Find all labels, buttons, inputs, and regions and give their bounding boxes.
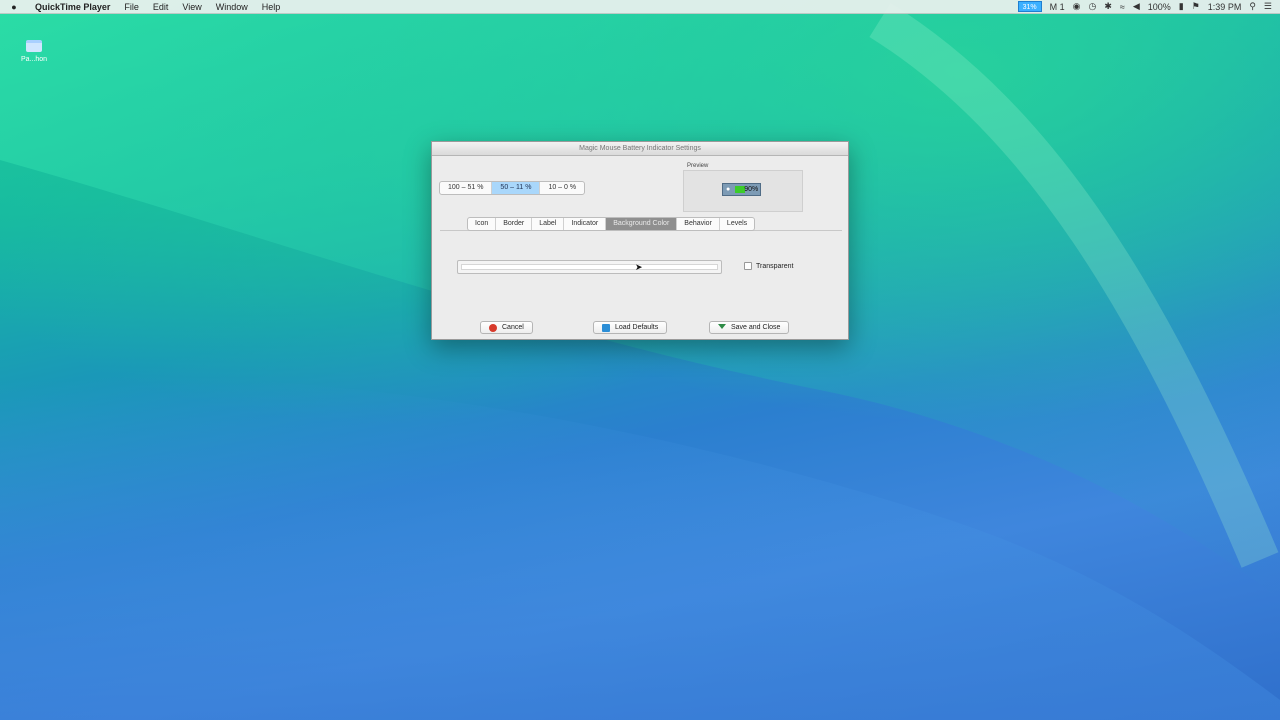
notification-center-icon[interactable]: ☰ (1264, 1, 1272, 12)
save-close-button[interactable]: Save and Close (709, 321, 790, 334)
segment-high[interactable]: 100 – 51 % (440, 182, 493, 194)
tab-icon[interactable]: Icon (468, 218, 497, 230)
cancel-label: Cancel (502, 324, 524, 331)
tab-behavior[interactable]: Behavior (677, 218, 720, 230)
mouse-battery-status[interactable]: 31% (1017, 1, 1042, 12)
menu-view[interactable]: View (175, 2, 208, 12)
menu-bar: ● QuickTime Player File Edit View Window… (0, 0, 1280, 14)
time-machine-icon[interactable]: ◷ (1088, 1, 1096, 12)
preview-label: Preview (687, 163, 709, 169)
tab-levels[interactable]: Levels (720, 218, 754, 230)
menu-help[interactable]: Help (255, 2, 288, 12)
mouse-icon: ● (726, 186, 731, 193)
level-segmented-control: 100 – 51 % 50 – 11 % 10 – 0 % (439, 181, 586, 195)
menu-edit[interactable]: Edit (146, 2, 176, 12)
battery-percent[interactable]: 100% (1148, 2, 1171, 12)
cancel-button[interactable]: Cancel (480, 321, 533, 334)
transparent-label: Transparent (756, 262, 794, 270)
load-defaults-button[interactable]: Load Defaults (593, 321, 668, 334)
tab-background-color[interactable]: Background Color (606, 218, 678, 230)
settings-tabs: Icon Border Label Indicator Background C… (467, 217, 756, 231)
tab-border[interactable]: Border (496, 218, 533, 230)
apple-menu-icon[interactable]: ● (0, 2, 28, 12)
load-defaults-label: Load Defaults (615, 324, 659, 331)
spotlight-search-icon[interactable]: ⚲ (1249, 1, 1256, 12)
settings-dialog: Magic Mouse Battery Indicator Settings 1… (431, 141, 849, 340)
background-color-well[interactable] (457, 260, 722, 274)
menu-app-name[interactable]: QuickTime Player (28, 2, 117, 12)
dialog-title: Magic Mouse Battery Indicator Settings (432, 142, 848, 156)
mic-status[interactable]: M 1 (1050, 2, 1065, 12)
menu-extras: 31% M 1 ◉ ◷ ✱ ≈ ◀ 100% ▮ ⚑ 1:39 PM ⚲ ☰ (1017, 1, 1280, 12)
flag-icon[interactable]: ⚑ (1192, 1, 1200, 12)
preview-indicator: ● 90% (722, 183, 761, 196)
save-close-label: Save and Close (731, 324, 781, 331)
cancel-icon (489, 323, 497, 332)
save-icon (718, 323, 726, 332)
clock[interactable]: 1:39 PM (1208, 2, 1242, 12)
mouse-pointer-icon: ➤ (635, 262, 643, 272)
tab-indicator[interactable]: Indicator (564, 218, 607, 230)
defaults-icon (602, 323, 610, 332)
transparent-checkbox[interactable] (744, 262, 752, 270)
volume-icon[interactable]: ◀ (1133, 1, 1140, 12)
preview-box: ● 90% (683, 170, 803, 212)
segment-medium[interactable]: 50 – 11 % (492, 182, 541, 194)
record-icon[interactable]: ◉ (1073, 1, 1081, 12)
menu-file[interactable]: File (117, 2, 146, 12)
color-swatch (461, 264, 718, 270)
desktop-folder-label: Pa...hon (20, 56, 48, 63)
wallpaper-wave (0, 0, 1280, 720)
menu-window[interactable]: Window (209, 2, 255, 12)
wifi-icon[interactable]: ≈ (1120, 2, 1125, 12)
desktop-folder[interactable]: Pa...hon (16, 40, 52, 63)
bluetooth-icon[interactable]: ✱ (1104, 1, 1112, 12)
battery-icon[interactable]: ▮ (1179, 1, 1184, 12)
transparent-option[interactable]: Transparent (744, 262, 793, 270)
tab-label[interactable]: Label (532, 218, 565, 230)
folder-icon (26, 40, 42, 52)
preview-percent: 90% (744, 186, 759, 193)
segment-low[interactable]: 10 – 0 % (540, 182, 584, 194)
